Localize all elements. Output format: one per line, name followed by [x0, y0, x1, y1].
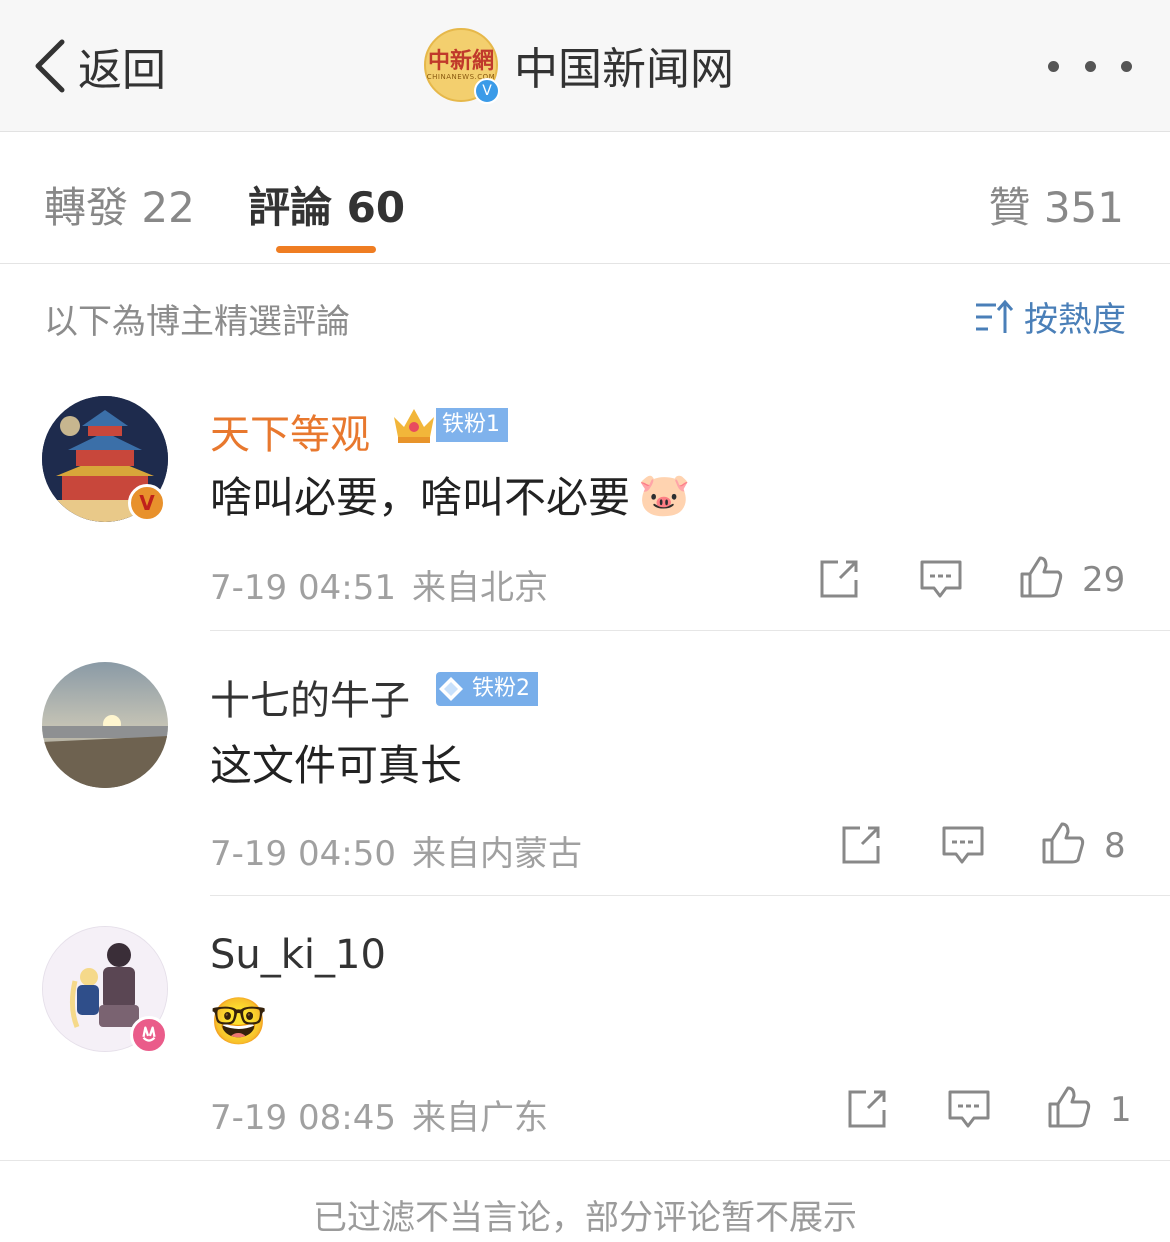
more-dot-icon [1048, 60, 1059, 72]
comment-meta: 7-19 04:51 来自北京 [210, 560, 548, 609]
crown-icon [394, 409, 434, 443]
comment-location: 来自北京 [411, 568, 548, 608]
fan-level-badge[interactable]: 铁粉1 [392, 408, 508, 443]
more-options-button[interactable] [1040, 50, 1140, 82]
back-button[interactable]: 返回 [30, 30, 166, 102]
sort-by-popularity-button[interactable]: 按熱度 [974, 292, 1126, 341]
like-count: 29 [1082, 560, 1126, 600]
fan-level-label: 铁粉2 [466, 672, 538, 706]
reply-icon[interactable] [946, 1086, 992, 1132]
comment-meta: 7-19 04:50 来自内蒙古 [210, 826, 582, 875]
reply-icon[interactable] [918, 556, 964, 602]
like-thumb-icon[interactable] [1040, 820, 1086, 866]
comment-body: 这文件可真长 [210, 741, 463, 790]
verified-badge-icon: V [474, 78, 500, 104]
featured-comments-note: 以下為博主精選評論 [44, 302, 350, 342]
comment-text: 这文件可真长 [210, 732, 462, 793]
share-icon[interactable] [844, 1086, 890, 1132]
sort-icon [976, 299, 1014, 333]
comment-username[interactable]: Su_ki_10 [210, 932, 386, 978]
comment-time: 7-19 04:51 [210, 568, 396, 608]
fan-level-badge[interactable]: 铁粉2 [436, 672, 538, 706]
top-nav-bar: 返回 中新網 CHINANEWS.COM V 中国新闻网 [0, 0, 1170, 132]
diamond-icon [439, 677, 463, 701]
comment-body: 啥叫必要，啥叫不必要 [210, 473, 631, 522]
like-thumb-icon[interactable] [1018, 554, 1064, 600]
chevron-left-icon [35, 39, 65, 93]
nerd-emoji-icon: 🤓 [210, 994, 268, 1048]
active-tab-indicator [276, 246, 376, 253]
back-label: 返回 [78, 45, 166, 96]
verified-v-badge-icon: V [128, 484, 166, 522]
logo-text: 中新網 [427, 48, 494, 74]
filtered-comments-note: 已过滤不当言论，部分评论暂不展示 [313, 1198, 857, 1238]
sunset-beach-avatar-image [42, 662, 168, 788]
pig-emoji-icon: 🐷 [638, 469, 691, 519]
comment-divider [210, 895, 1170, 896]
account-header[interactable]: 中新網 CHINANEWS.COM V 中国新闻网 [424, 28, 734, 104]
bunny-icon [142, 1026, 156, 1042]
more-dot-icon [1121, 60, 1132, 72]
tab-likes[interactable]: 贊 351 [988, 174, 1124, 235]
avatar[interactable] [42, 662, 168, 788]
account-avatar[interactable]: 中新網 CHINANEWS.COM V [424, 28, 500, 104]
comment-time: 7-19 04:50 [210, 834, 396, 874]
comment-divider [210, 630, 1170, 631]
comment-meta: 7-19 08:45 来自广东 [210, 1090, 548, 1139]
account-name[interactable]: 中国新闻网 [514, 33, 734, 97]
tab-bar: 轉發 22 評論 60 贊 351 [0, 132, 1170, 264]
share-icon[interactable] [838, 822, 884, 868]
comment-text: 🤓 [210, 994, 267, 1049]
comment-username[interactable]: 天下等观 [210, 402, 370, 460]
sort-label: 按熱度 [1024, 300, 1126, 340]
share-icon[interactable] [816, 556, 862, 602]
tab-reposts[interactable]: 轉發 22 [44, 174, 195, 235]
comment-text: 啥叫必要，啥叫不必要 🐷 [210, 464, 690, 525]
like-thumb-icon[interactable] [1046, 1084, 1092, 1130]
comment-location: 来自广东 [411, 1098, 548, 1138]
like-count: 8 [1104, 826, 1126, 866]
comment-username[interactable]: 十七的牛子 [210, 668, 410, 726]
like-count: 1 [1110, 1090, 1132, 1130]
tab-comments[interactable]: 評論 60 [248, 174, 405, 235]
more-dot-icon [1084, 60, 1096, 72]
footer-divider [0, 1160, 1170, 1161]
member-bunny-badge-icon [130, 1016, 168, 1054]
fan-level-label: 铁粉1 [436, 408, 508, 442]
comment-time: 7-19 08:45 [210, 1098, 396, 1138]
reply-icon[interactable] [940, 822, 986, 868]
comment-location: 来自内蒙古 [411, 834, 582, 874]
